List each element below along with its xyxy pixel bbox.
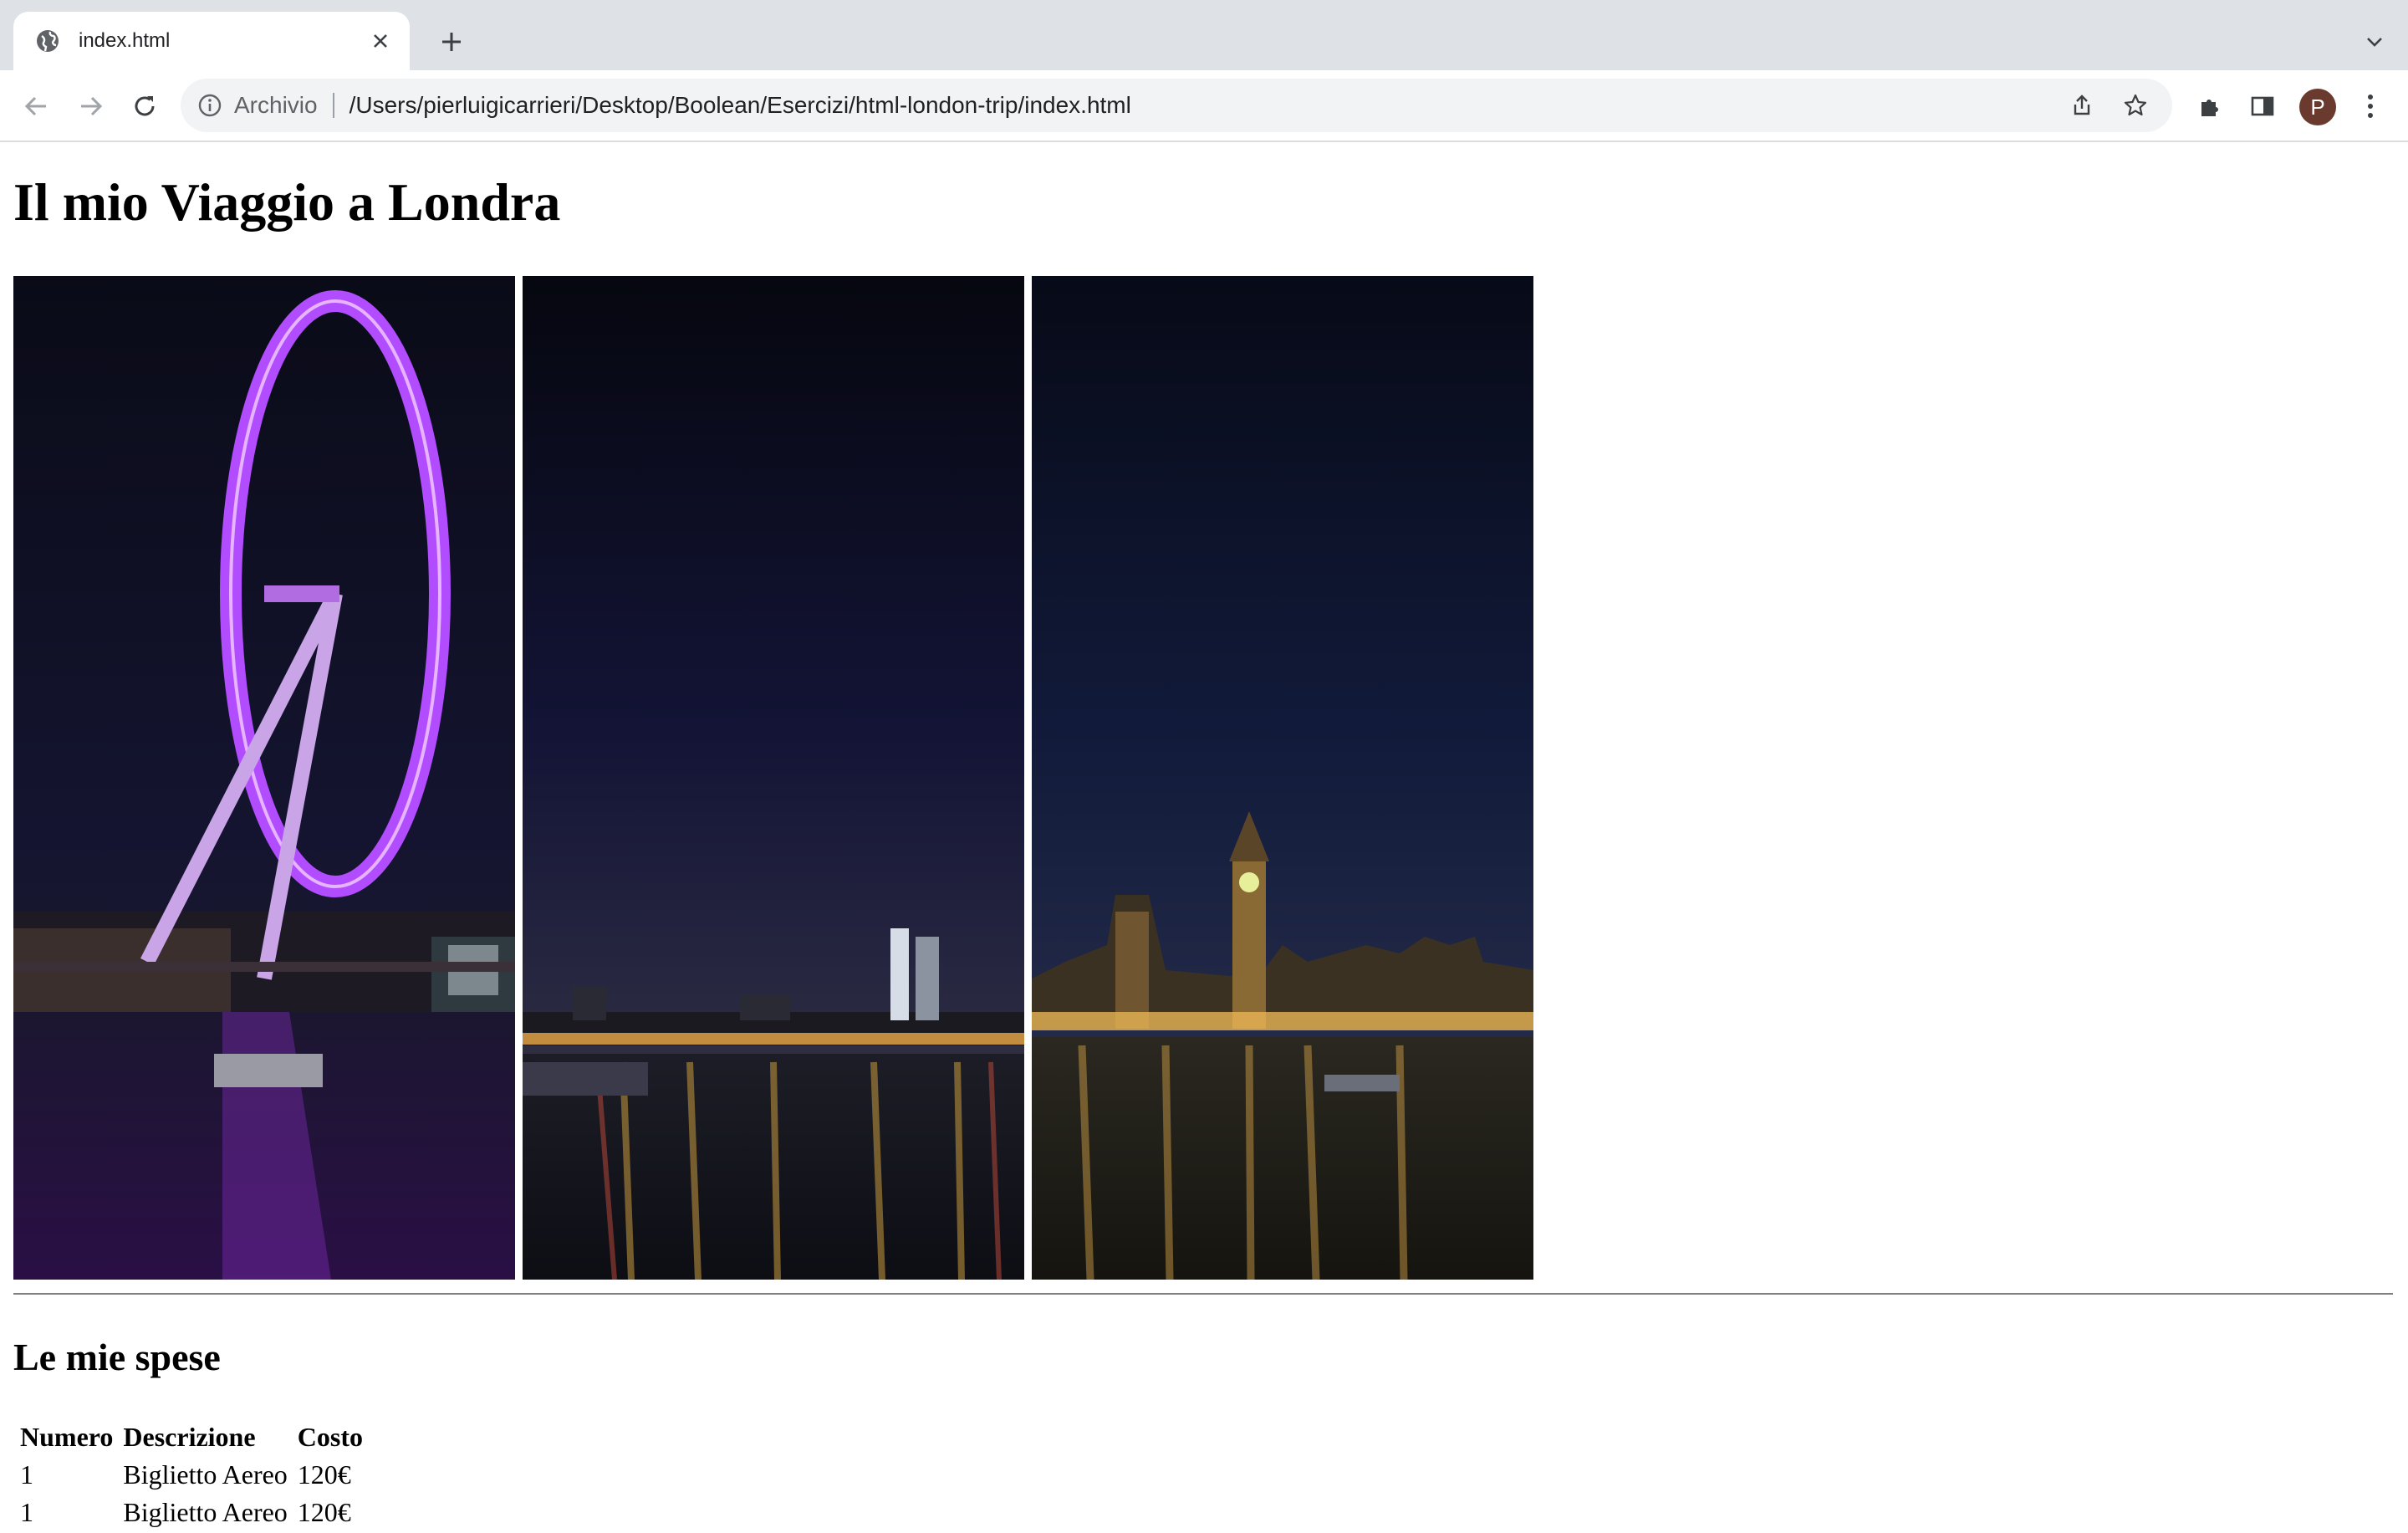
photo-thames-skyline (523, 276, 1024, 1280)
table-row: 1 Biglietto Aereo 120€ (17, 1458, 366, 1492)
photo-big-ben (1032, 276, 1533, 1280)
info-icon[interactable] (197, 93, 222, 118)
share-icon[interactable] (2065, 89, 2099, 122)
chevron-down-icon (2367, 38, 2382, 47)
kebab-menu-icon[interactable] (2353, 89, 2388, 124)
puzzle-icon[interactable] (2192, 89, 2227, 124)
tab-search-button[interactable] (2360, 27, 2390, 57)
arrow-left-icon (24, 96, 46, 116)
address-url[interactable]: /Users/pierluigicarrieri/Desktop/Boolean… (349, 92, 2065, 119)
arrow-right-icon (81, 96, 103, 116)
browser-chrome: index.html Archivio /Users/pierluigicarr… (0, 0, 2408, 142)
side-panel-icon[interactable] (2245, 89, 2280, 124)
browser-toolbar: Archivio /Users/pierluigicarrieri/Deskto… (0, 70, 2408, 142)
section-divider (13, 1293, 2393, 1295)
cell-costo: 120€ (297, 1497, 351, 1527)
close-icon[interactable] (368, 28, 393, 54)
photo-gallery (13, 276, 1533, 1280)
profile-avatar[interactable]: P (2299, 89, 2336, 125)
page-title: Il mio Viaggio a Londra (13, 172, 561, 232)
tab-strip: index.html (0, 0, 2408, 70)
new-tab-button[interactable] (435, 25, 468, 59)
page-content: Il mio Viaggio a Londra Le mie spese Num… (0, 142, 2408, 1527)
reload-icon (135, 96, 155, 116)
globe-icon (35, 28, 60, 54)
plus-icon (442, 33, 461, 51)
reload-button[interactable] (125, 87, 164, 125)
column-header-numero: Numero (20, 1422, 114, 1452)
cell-numero: 1 (20, 1459, 33, 1490)
address-scheme-label: Archivio (234, 92, 318, 118)
tab-title: index.html (79, 29, 171, 52)
address-bar[interactable]: Archivio /Users/pierluigicarrieri/Deskto… (181, 79, 2172, 132)
photo-london-eye (13, 276, 515, 1280)
expenses-table: Numero Descrizione Costo 1 Biglietto Aer… (13, 1417, 370, 1533)
expenses-heading: Le mie spese (13, 1336, 221, 1378)
back-button[interactable] (17, 87, 55, 125)
table-header-row: Numero Descrizione Costo (17, 1420, 366, 1454)
tab-index[interactable]: index.html (13, 12, 410, 70)
cell-numero: 1 (20, 1497, 33, 1527)
column-header-costo: Costo (297, 1422, 364, 1452)
forward-button[interactable] (72, 87, 110, 125)
cell-descrizione: Biglietto Aereo (123, 1497, 288, 1527)
table-row: 1 Biglietto Aereo 120€ (17, 1495, 366, 1530)
star-icon[interactable] (2119, 89, 2152, 122)
address-separator (332, 93, 334, 118)
cell-costo: 120€ (297, 1459, 351, 1490)
column-header-descrizione: Descrizione (123, 1422, 256, 1452)
cell-descrizione: Biglietto Aereo (123, 1459, 288, 1490)
